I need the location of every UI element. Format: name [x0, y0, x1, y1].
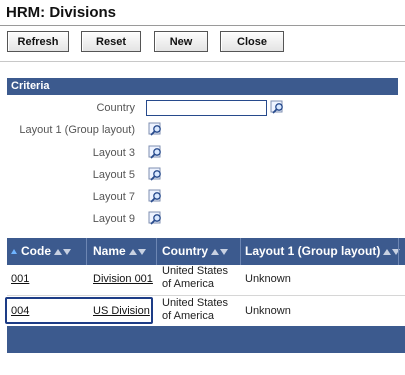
- selection-focus-box: [5, 297, 153, 324]
- column-label: Code: [21, 244, 51, 258]
- sort-active-icon: [11, 249, 17, 254]
- sort-arrows-icon[interactable]: [54, 248, 71, 255]
- column-separator: [240, 238, 241, 265]
- column-label: Country: [162, 244, 208, 258]
- country-label: Country: [96, 102, 135, 114]
- layout7-label: Layout 7: [92, 191, 135, 203]
- name-cell[interactable]: Division 001: [93, 273, 153, 285]
- title-divider: [0, 25, 405, 26]
- column-header-country[interactable]: Country: [162, 238, 228, 265]
- column-separator: [398, 238, 399, 265]
- column-label: Layout 1 (Group layout): [245, 244, 381, 258]
- layout9-label: Layout 9: [92, 213, 135, 225]
- column-separator: [86, 238, 87, 265]
- magnifier-lookup-icon[interactable]: [148, 189, 163, 204]
- column-header-name[interactable]: Name: [93, 238, 146, 265]
- country-input[interactable]: [146, 100, 267, 116]
- layout5-label: Layout 5: [92, 169, 135, 181]
- close-button[interactable]: Close: [220, 31, 284, 52]
- magnifier-lookup-icon[interactable]: [148, 122, 163, 137]
- code-cell[interactable]: 001: [11, 273, 29, 285]
- table-row[interactable]: 001 Division 001 United States of Americ…: [7, 265, 405, 298]
- refresh-button[interactable]: Refresh: [7, 31, 69, 52]
- page-title: HRM: Divisions: [6, 4, 117, 21]
- magnifier-lookup-icon[interactable]: [148, 167, 163, 182]
- magnifier-lookup-icon[interactable]: [148, 145, 163, 160]
- country-line: United States: [162, 265, 229, 277]
- column-header-code[interactable]: Code: [11, 238, 71, 265]
- new-button[interactable]: New: [154, 31, 208, 52]
- grid-header: Code Name Country Layout 1 (Group layout…: [7, 238, 405, 265]
- grid-footer: [7, 326, 405, 353]
- country-line: of America: [162, 278, 214, 290]
- country-line: of America: [162, 310, 214, 322]
- column-label: Name: [93, 244, 126, 258]
- sort-arrows-icon[interactable]: [211, 248, 228, 255]
- column-separator: [156, 238, 157, 265]
- criteria-header: Criteria: [7, 78, 398, 95]
- country-cell: United States of America: [162, 265, 234, 291]
- country-cell: United States of America: [162, 297, 234, 323]
- toolbar-divider: [0, 61, 405, 62]
- magnifier-lookup-icon[interactable]: [148, 211, 163, 226]
- layout1-cell: Unknown: [245, 273, 291, 285]
- column-header-layout1[interactable]: Layout 1 (Group layout): [245, 238, 401, 265]
- magnifier-lookup-icon[interactable]: [270, 100, 285, 115]
- layout1-cell: Unknown: [245, 305, 291, 317]
- reset-button[interactable]: Reset: [81, 31, 141, 52]
- country-line: United States: [162, 297, 229, 309]
- layout3-label: Layout 3: [92, 147, 135, 159]
- sort-arrows-icon[interactable]: [128, 248, 146, 255]
- layout1-label: Layout 1 (Group layout): [19, 124, 135, 136]
